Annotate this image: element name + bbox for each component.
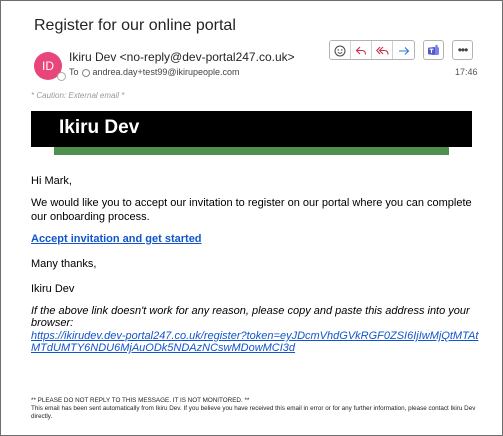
- signature-text: Ikiru Dev: [31, 283, 75, 295]
- message-actions: •••: [329, 40, 473, 60]
- emoji-icon: [334, 45, 346, 57]
- forward-icon: [398, 47, 409, 55]
- reply-all-button[interactable]: [372, 41, 393, 59]
- reply-actions-group: [329, 40, 415, 60]
- forward-button[interactable]: [393, 41, 414, 59]
- footer-notice: ** PLEASE DO NOT REPLY TO THIS MESSAGE. …: [31, 397, 250, 404]
- accept-invitation-link[interactable]: Accept invitation and get started: [31, 233, 202, 245]
- email-reading-pane: Register for our online portal ID Ikiru …: [0, 0, 503, 436]
- greeting-text: Hi Mark,: [31, 175, 72, 187]
- fallback-instructions: If the above link doesn't work for any r…: [31, 305, 470, 329]
- more-actions-button[interactable]: •••: [452, 40, 473, 60]
- teams-button[interactable]: [423, 40, 444, 60]
- received-time: 17:46: [455, 67, 478, 77]
- email-footer: ** PLEASE DO NOT REPLY TO THIS MESSAGE. …: [31, 397, 481, 421]
- invite-paragraph: We would like you to accept our invitati…: [31, 197, 472, 223]
- brand-logo-text: Ikiru Dev: [59, 117, 140, 138]
- footer-info: This email has been sent automatically f…: [31, 405, 476, 420]
- recipient-status-icon: [81, 68, 90, 77]
- external-caution-banner: * Caution: External email *: [31, 91, 125, 100]
- recipient-line: To andrea.day+test99@ikirupeople.com: [69, 67, 240, 77]
- email-subject: Register for our online portal: [34, 17, 236, 34]
- emoji-button[interactable]: [330, 41, 351, 59]
- sender-name[interactable]: Ikiru Dev <no-reply@dev-portal247.co.uk>: [69, 50, 295, 64]
- register-url-link[interactable]: https://ikirudev.dev-portal247.co.uk/reg…: [31, 330, 481, 354]
- presence-icon: [57, 72, 66, 81]
- to-label: To: [69, 67, 79, 77]
- recipient-address[interactable]: andrea.day+test99@ikirupeople.com: [93, 67, 240, 77]
- brand-stripe: [54, 147, 449, 155]
- more-icon: •••: [457, 43, 469, 57]
- reply-button[interactable]: [351, 41, 372, 59]
- teams-icon: [428, 44, 439, 55]
- reply-icon: [355, 46, 367, 55]
- closing-text: Many thanks,: [31, 258, 97, 270]
- reply-all-icon: [375, 46, 389, 55]
